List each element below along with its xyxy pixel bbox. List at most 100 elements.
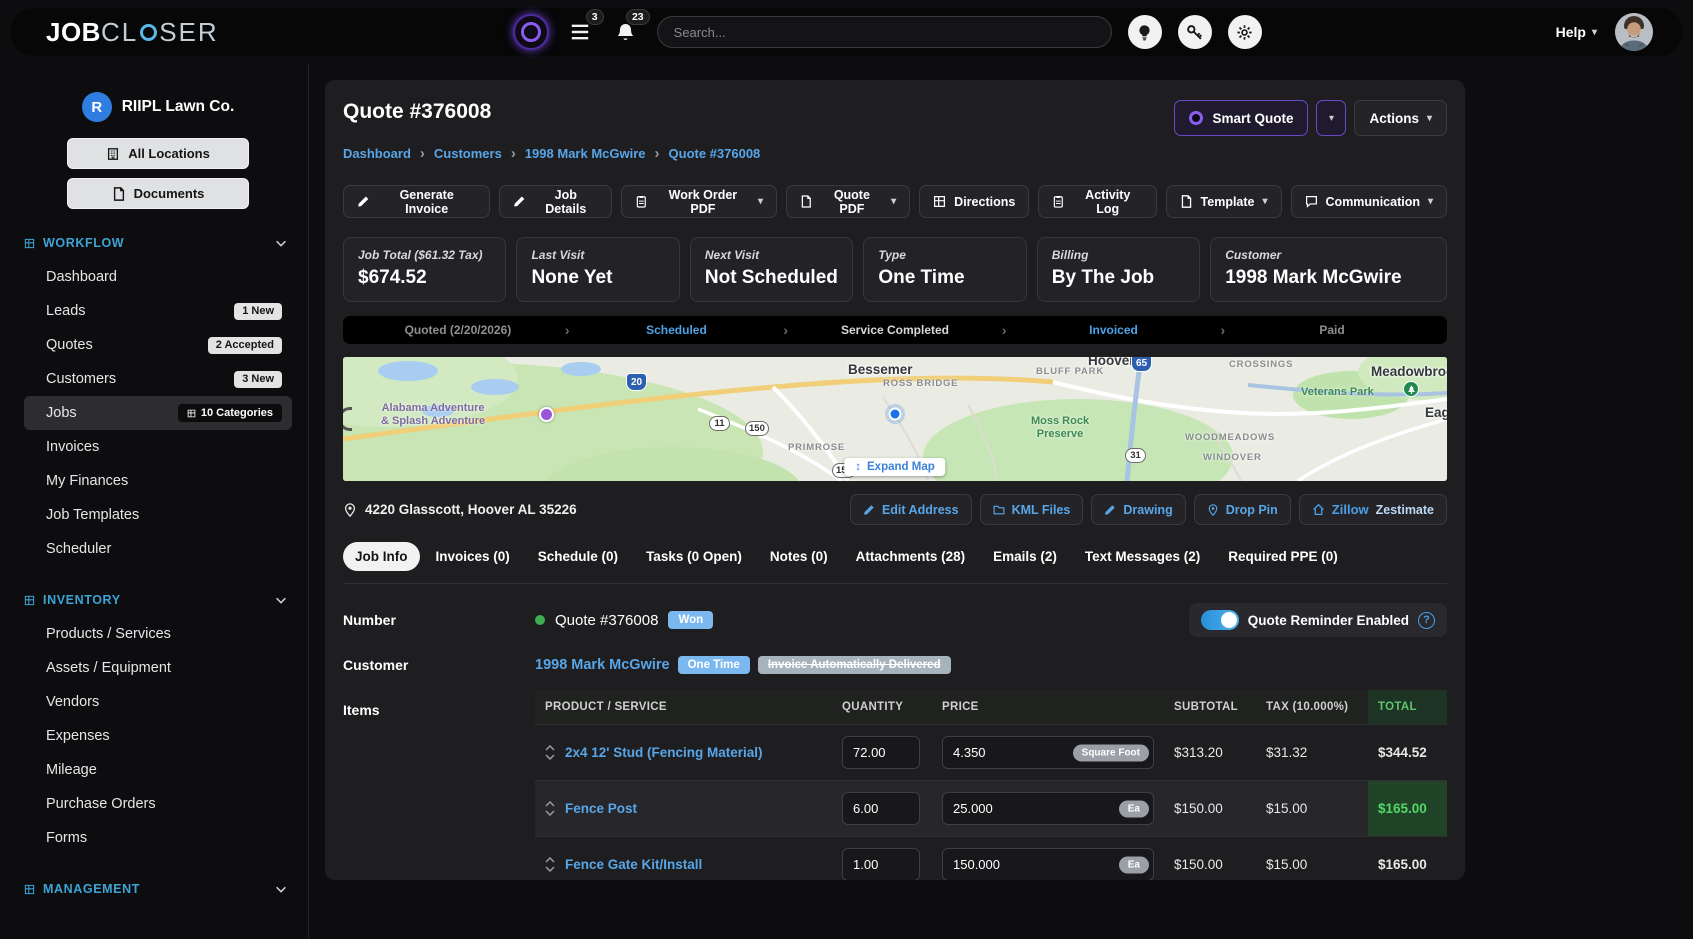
settings-button[interactable]: [1228, 15, 1262, 49]
tab-notes[interactable]: Notes (0): [758, 542, 840, 571]
sidebar-item-job-templates[interactable]: Job Templates: [24, 498, 292, 532]
quantity-input[interactable]: [842, 736, 920, 769]
total-cell: $344.52: [1368, 725, 1447, 781]
product-link[interactable]: Fence Post: [565, 801, 637, 816]
generate-invoice-button[interactable]: Generate Invoice: [343, 185, 490, 218]
tab-tasks[interactable]: Tasks (0 Open): [634, 542, 754, 571]
tab-emails[interactable]: Emails (2): [981, 542, 1069, 571]
row-reorder-handle[interactable]: [545, 745, 555, 760]
zillow-zestimate-button[interactable]: Zillow Zestimate: [1299, 494, 1447, 525]
documents-button[interactable]: Documents: [67, 178, 249, 209]
subtotal-cell: $150.00: [1164, 837, 1256, 881]
tab-required-ppe[interactable]: Required PPE (0): [1216, 542, 1350, 571]
all-locations-button[interactable]: All Locations: [67, 138, 249, 169]
kml-files-button[interactable]: KML Files: [980, 494, 1084, 525]
chevron-down-icon: [274, 593, 288, 607]
directions-button[interactable]: Directions: [919, 185, 1029, 218]
search-input[interactable]: [657, 16, 1112, 48]
job-details-button[interactable]: Job Details: [499, 185, 613, 218]
sidebar-item-customers[interactable]: Customers3 New: [24, 362, 292, 396]
access-keys-button[interactable]: [1178, 15, 1212, 49]
activity-log-button[interactable]: Activity Log: [1038, 185, 1156, 218]
number-value-wrap: Quote #376008 Won: [535, 611, 713, 629]
sidebar-item-leads[interactable]: Leads1 New: [24, 294, 292, 328]
product-link[interactable]: Fence Gate Kit/Install: [565, 857, 702, 872]
quote-pdf-button[interactable]: Quote PDF▾: [786, 185, 910, 218]
status-ring-icon[interactable]: [513, 14, 549, 50]
chevron-down-icon: [274, 236, 288, 250]
row-reorder-handle[interactable]: [545, 857, 555, 872]
queue-menu-button[interactable]: 3: [565, 17, 595, 47]
tab-job-info[interactable]: Job Info: [343, 542, 420, 571]
map-label-alabama-adventure: Alabama Adventure& Splash Adventure: [381, 402, 485, 428]
pipeline-step-invoiced[interactable]: Invoiced: [1007, 323, 1221, 337]
edit-address-button[interactable]: Edit Address: [850, 494, 972, 525]
user-avatar[interactable]: [1615, 13, 1653, 51]
sidebar-item-forms[interactable]: Forms: [24, 821, 292, 855]
sidebar-item-scheduler[interactable]: Scheduler: [24, 532, 292, 566]
items-table-header: PRODUCT / SERVICE QUANTITY PRICE SUBTOTA…: [535, 690, 1447, 725]
sidebar-item-dashboard[interactable]: Dashboard: [24, 260, 292, 294]
nav-label: Assets / Equipment: [46, 660, 171, 676]
actions-button[interactable]: Actions ▾: [1354, 100, 1447, 136]
quantity-input[interactable]: [842, 792, 920, 825]
all-locations-label: All Locations: [128, 146, 210, 161]
expand-map-button[interactable]: ↕ Expand Map: [844, 458, 945, 476]
smart-quote-button[interactable]: Smart Quote: [1174, 100, 1308, 136]
row-reorder-handle[interactable]: [545, 801, 555, 816]
help-menu[interactable]: Help ▾: [1556, 24, 1597, 40]
tab-invoices[interactable]: Invoices (0): [424, 542, 522, 571]
number-label: Number: [343, 612, 535, 628]
sidebar-item-my-finances[interactable]: My Finances: [24, 464, 292, 498]
tab-text-messages[interactable]: Text Messages (2): [1073, 542, 1212, 571]
drawing-button[interactable]: Drawing: [1091, 494, 1185, 525]
product-link[interactable]: 2x4 12' Stud (Fencing Material): [565, 745, 763, 760]
sidebar-item-invoices[interactable]: Invoices: [24, 430, 292, 464]
sidebar-item-mileage[interactable]: Mileage: [24, 753, 292, 787]
company-selector[interactable]: R RIIPL Lawn Co.: [24, 92, 292, 122]
sidebar-section-inventory[interactable]: INVENTORY: [24, 593, 288, 607]
unit-badge: Square Foot: [1073, 744, 1149, 761]
sidebar-section-workflow[interactable]: WORKFLOW: [24, 236, 288, 250]
sidebar-item-jobs[interactable]: Jobs10 Categories: [24, 396, 292, 430]
sidebar-section-management[interactable]: MANAGEMENT: [24, 882, 288, 896]
top-bar-right: Help ▾: [1556, 13, 1653, 51]
tab-attachments[interactable]: Attachments (28): [844, 542, 978, 571]
logo-text-bold: JOB: [46, 17, 101, 48]
breadcrumb-customer-name[interactable]: 1998 Mark McGwire: [525, 146, 646, 161]
nav-label: Jobs: [46, 405, 77, 421]
map[interactable]: Bessemer ROSS BRIDGE BLUFF PARK Hoover C…: [343, 357, 1447, 481]
ideas-button[interactable]: [1128, 15, 1162, 49]
drop-pin-button[interactable]: Drop Pin: [1194, 494, 1291, 525]
nav-label: Forms: [46, 830, 87, 846]
smart-quote-dropdown-button[interactable]: ▾: [1316, 100, 1346, 136]
breadcrumb-dashboard[interactable]: Dashboard: [343, 146, 411, 161]
communication-button[interactable]: Communication▾: [1291, 185, 1447, 218]
sidebar-item-purchase-orders[interactable]: Purchase Orders: [24, 787, 292, 821]
sidebar-item-products-services[interactable]: Products / Services: [24, 617, 292, 651]
items-row: Items PRODUCT / SERVICE QUANTITY PRICE S…: [343, 690, 1447, 880]
help-question-icon[interactable]: ?: [1418, 612, 1435, 629]
tab-schedule[interactable]: Schedule (0): [526, 542, 630, 571]
pipeline-step-scheduled[interactable]: Scheduled: [570, 323, 784, 337]
template-button[interactable]: Template▾: [1166, 185, 1282, 218]
sidebar-item-assets-equipment[interactable]: Assets / Equipment: [24, 651, 292, 685]
customer-label: Customer: [343, 657, 535, 673]
notifications-button[interactable]: 23: [611, 17, 641, 47]
sidebar-item-expenses[interactable]: Expenses: [24, 719, 292, 753]
logo-ring-o-icon: O: [140, 24, 157, 41]
grid-icon: [933, 195, 946, 208]
customer-link[interactable]: 1998 Mark McGwire: [535, 657, 670, 673]
app-logo[interactable]: JOBCLOSER: [46, 17, 219, 48]
chevron-down-icon: [545, 810, 555, 816]
quantity-input[interactable]: [842, 848, 920, 880]
nav-label: Quotes: [46, 337, 93, 353]
map-label-crossings: CROSSINGS: [1229, 359, 1293, 370]
quote-reminder-toggle[interactable]: [1201, 610, 1239, 630]
sidebar-item-vendors[interactable]: Vendors: [24, 685, 292, 719]
sidebar-item-quotes[interactable]: Quotes2 Accepted: [24, 328, 292, 362]
breadcrumb-customers[interactable]: Customers: [434, 146, 502, 161]
document-icon: [112, 187, 126, 201]
nav-label: Dashboard: [46, 269, 117, 285]
work-order-pdf-button[interactable]: Work Order PDF▾: [621, 185, 777, 218]
